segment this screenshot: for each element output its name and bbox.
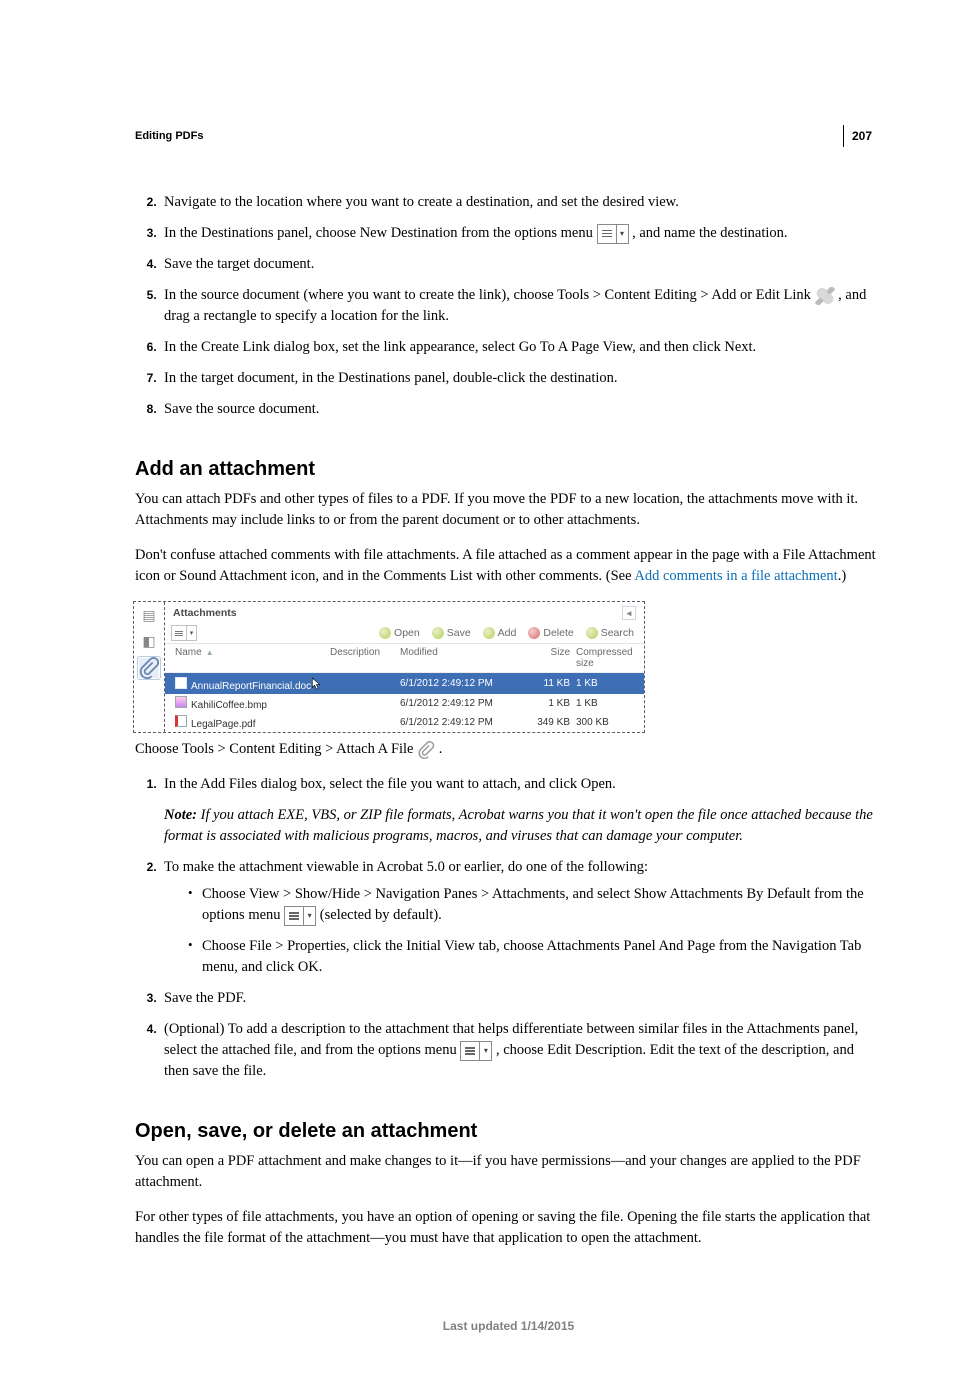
- col-modified: Modified: [400, 647, 525, 669]
- step-3: Save the PDF.: [160, 988, 882, 1009]
- step-4: (Optional) To add a description to the a…: [160, 1019, 882, 1082]
- bullet-text: Choose File > Properties, click the Init…: [202, 938, 861, 975]
- step-1: In the Add Files dialog box, select the …: [160, 774, 882, 847]
- cell-name: KahiliCoffee.bmp: [191, 700, 267, 711]
- rail-attachments-icon: [137, 656, 161, 680]
- grid-header: Name▲ Description Modified Size Compress…: [165, 644, 644, 673]
- toolbar-delete: Delete: [524, 626, 577, 640]
- link-add-comments[interactable]: Add comments in a file attachment: [634, 568, 837, 584]
- cell-compressed: 1 KB: [576, 698, 638, 709]
- attach-steps: In the Add Files dialog box, select the …: [135, 774, 882, 1082]
- cursor-icon: [310, 683, 324, 694]
- link-tool-icon: [815, 287, 835, 305]
- step-text: In the target document, in the Destinati…: [164, 370, 618, 386]
- toolbar-open: Open: [375, 626, 424, 640]
- step-7: In the target document, in the Destinati…: [160, 368, 882, 389]
- step-text: Save the target document.: [164, 256, 314, 272]
- panel-close-icon: ◂: [622, 606, 636, 620]
- step-text: Save the source document.: [164, 401, 319, 417]
- table-row: LegalPage.pdf 6/1/2012 2:49:12 PM 349 KB…: [165, 713, 644, 732]
- destinations-steps: Navigate to the location where you want …: [135, 192, 882, 420]
- attachments-panel: Attachments ◂ ▾ Open Save Add Delete Sea…: [165, 602, 644, 732]
- cell-size: 11 KB: [525, 678, 576, 689]
- step-text-before: In the source document (where you want t…: [164, 287, 815, 303]
- note-label: Note:: [164, 807, 201, 823]
- col-size: Size: [525, 647, 576, 669]
- para-open-2: For other types of file attachments, you…: [135, 1207, 882, 1249]
- step-text: Navigate to the location where you want …: [164, 194, 679, 210]
- col-name: Name▲: [175, 647, 330, 669]
- file-pdf-icon: [175, 715, 187, 727]
- paperclip-icon: [417, 741, 435, 759]
- caption-attach: Choose Tools > Content Editing > Attach …: [135, 739, 882, 760]
- attachments-panel-screenshot: ▤ ◧ Attachments ◂ ▾ Open Save Add Delete…: [133, 601, 645, 733]
- note: Note: If you attach EXE, VBS, or ZIP fil…: [164, 805, 882, 847]
- nav-rail: ▤ ◧: [134, 602, 165, 732]
- cell-compressed: 1 KB: [576, 678, 638, 689]
- para-text-after: .): [838, 568, 846, 584]
- step-3: In the Destinations panel, choose New De…: [160, 223, 882, 244]
- step-5: In the source document (where you want t…: [160, 285, 882, 327]
- bullet-1: Choose View > Show/Hide > Navigation Pan…: [188, 884, 882, 926]
- caption-before: Choose Tools > Content Editing > Attach …: [135, 741, 417, 757]
- step-2: To make the attachment viewable in Acrob…: [160, 857, 882, 978]
- col-compressed: Compressed size: [576, 647, 638, 669]
- para-open-1: You can open a PDF attachment and make c…: [135, 1151, 882, 1193]
- options-menu-icon: ▾: [597, 224, 629, 244]
- para-attach-1: You can attach PDFs and other types of f…: [135, 489, 882, 531]
- sort-asc-icon: ▲: [206, 648, 214, 657]
- para-attach-2: Don't confuse attached comments with fil…: [135, 545, 882, 587]
- page-number: 207: [852, 129, 872, 143]
- panel-title: Attachments: [173, 607, 237, 619]
- toolbar-search: Search: [582, 626, 638, 640]
- bullet-text-after: (selected by default).: [320, 907, 442, 923]
- file-doc-icon: [175, 677, 187, 689]
- heading-add-attachment: Add an attachment: [135, 458, 882, 481]
- options-menu-icon: ▾: [460, 1041, 492, 1061]
- step-text: To make the attachment viewable in Acrob…: [164, 859, 648, 875]
- toolbar-save: Save: [428, 626, 475, 640]
- rail-bookmarks-icon: ◧: [138, 630, 160, 652]
- step-6: In the Create Link dialog box, set the l…: [160, 337, 882, 358]
- cell-name: LegalPage.pdf: [191, 719, 256, 730]
- toolbar-add: Add: [479, 626, 521, 640]
- step-2-bullets: Choose View > Show/Hide > Navigation Pan…: [164, 884, 882, 978]
- rail-pages-icon: ▤: [138, 604, 160, 626]
- cell-modified: 6/1/2012 2:49:12 PM: [400, 698, 525, 709]
- step-8: Save the source document.: [160, 399, 882, 420]
- table-row: AnnualReportFinancial.doc 6/1/2012 2:49:…: [165, 673, 644, 694]
- step-text: In the Create Link dialog box, set the l…: [164, 339, 756, 355]
- bullet-2: Choose File > Properties, click the Init…: [188, 936, 882, 978]
- step-4: Save the target document.: [160, 254, 882, 275]
- cell-modified: 6/1/2012 2:49:12 PM: [400, 678, 525, 689]
- cell-size: 1 KB: [525, 698, 576, 709]
- caption-after: .: [439, 741, 443, 757]
- panel-toolbar: ▾ Open Save Add Delete Search: [165, 623, 644, 644]
- cell-modified: 6/1/2012 2:49:12 PM: [400, 717, 525, 728]
- cell-size: 349 KB: [525, 717, 576, 728]
- options-menu-icon: ▾: [284, 906, 316, 926]
- cell-compressed: 300 KB: [576, 717, 638, 728]
- table-row: KahiliCoffee.bmp 6/1/2012 2:49:12 PM 1 K…: [165, 694, 644, 713]
- step-text: Save the PDF.: [164, 990, 246, 1006]
- step-2: Navigate to the location where you want …: [160, 192, 882, 213]
- step-text-after: , and name the destination.: [632, 225, 787, 241]
- file-bmp-icon: [175, 696, 187, 708]
- step-text-before: In the Destinations panel, choose New De…: [164, 225, 597, 241]
- page-number-block: 207: [843, 125, 872, 147]
- col-description: Description: [330, 647, 400, 669]
- panel-options-menu-icon: ▾: [171, 625, 197, 641]
- last-updated-footer: Last updated 1/14/2015: [135, 1319, 882, 1333]
- breadcrumb: Editing PDFs: [135, 130, 882, 142]
- heading-open-attachment: Open, save, or delete an attachment: [135, 1120, 882, 1143]
- step-text: In the Add Files dialog box, select the …: [164, 776, 616, 792]
- note-text: If you attach EXE, VBS, or ZIP file form…: [164, 807, 873, 844]
- cell-name: AnnualReportFinancial.doc: [191, 681, 311, 692]
- panel-title-row: Attachments ◂: [165, 602, 644, 623]
